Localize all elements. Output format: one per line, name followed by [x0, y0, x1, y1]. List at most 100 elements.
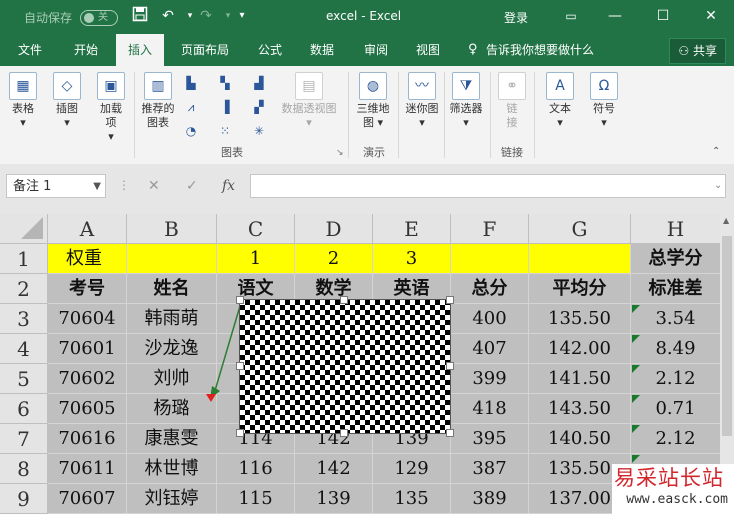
text-label: 文本: [549, 102, 571, 115]
resize-handle[interactable]: [446, 429, 454, 437]
ribbon-separator: [490, 72, 491, 158]
share-button[interactable]: ⚇ 共享: [669, 38, 726, 64]
radar-chart-icon[interactable]: ✳: [248, 122, 270, 140]
recommended-charts-icon: ▥: [144, 72, 172, 100]
name-box[interactable]: 备注 1 ▼: [6, 174, 106, 198]
addins-icon: ▣: [97, 72, 125, 100]
pie-chart-icon[interactable]: ◔: [180, 122, 202, 140]
3d-map-icon: ◍: [359, 72, 387, 100]
text-icon: A: [546, 72, 574, 100]
illustrations-button[interactable]: ◇ 插图 ▾: [50, 72, 84, 130]
resize-handle[interactable]: [446, 362, 454, 370]
link-label-2: 接: [506, 116, 518, 129]
addins-label-2: 项: [105, 116, 117, 129]
tab-insert[interactable]: 插入: [116, 34, 164, 66]
chevron-down-icon: ▼: [93, 181, 101, 192]
minimize-icon[interactable]: —: [602, 4, 628, 28]
resize-handle[interactable]: [446, 296, 454, 304]
recommended-charts-label-2: 图表: [147, 116, 169, 129]
close-icon[interactable]: ✕: [698, 4, 724, 28]
3d-map-label: 三维地: [356, 102, 390, 115]
tab-data[interactable]: 数据: [300, 34, 344, 66]
symbol-label: 符号: [593, 102, 615, 115]
person-icon: ⚇: [678, 44, 693, 58]
resize-handle[interactable]: [236, 429, 244, 437]
combo-chart-icon[interactable]: ▞: [248, 98, 270, 116]
ribbon-separator: [444, 72, 445, 158]
title-bar: 自动保存 关 ↶ ▾ ↷ ▾ ▾ excel - Excel 登录 ▭ — ☐ …: [0, 0, 734, 34]
addins-label: 加载: [100, 102, 122, 115]
dropdown-icon: ▾: [306, 116, 312, 129]
link-label: 链: [506, 102, 518, 115]
tab-home[interactable]: 开始: [62, 34, 110, 66]
autosave-state: 关: [98, 12, 108, 23]
customize-qat-icon[interactable]: ▾: [232, 6, 252, 26]
illustrations-icon: ◇: [53, 72, 81, 100]
sparkline-label: 迷你图: [405, 102, 439, 115]
redo-icon[interactable]: ↷: [196, 6, 216, 26]
expand-formula-icon[interactable]: ⌄: [714, 180, 722, 191]
ribbon-separator: [534, 72, 535, 158]
resize-handle[interactable]: [236, 296, 244, 304]
link-button: ⚭ 链 接: [494, 72, 530, 130]
recommended-charts-button[interactable]: ▥ 推荐的 图表: [138, 72, 178, 130]
omega-icon: Ω: [590, 72, 618, 100]
login-link[interactable]: 登录: [504, 9, 528, 26]
ribbon-display-icon[interactable]: ▭: [558, 4, 584, 28]
resize-handle[interactable]: [236, 362, 244, 370]
tell-me-box[interactable]: 告诉我你想要做什么: [486, 34, 594, 66]
comment-box[interactable]: [239, 299, 451, 434]
statistic-chart-icon[interactable]: ▐: [214, 98, 236, 116]
insert-function-icon[interactable]: fx: [222, 178, 235, 194]
scroll-up-icon[interactable]: ▲: [723, 216, 729, 225]
formula-input[interactable]: [250, 174, 726, 198]
ribbon-separator: [134, 72, 135, 158]
save-icon[interactable]: [130, 6, 150, 26]
watermark-url: www.easck.com: [626, 492, 728, 507]
pivot-chart-icon: ▤: [295, 72, 323, 100]
enter-icon[interactable]: ✓: [186, 178, 198, 194]
sparkline-button[interactable]: 〰 迷你图 ▾: [402, 72, 442, 130]
waterfall-chart-icon[interactable]: ▟: [248, 74, 270, 92]
sparkline-icon: 〰: [408, 72, 436, 100]
tab-review[interactable]: 审阅: [354, 34, 398, 66]
tab-page-layout[interactable]: 页面布局: [172, 34, 238, 66]
collapse-ribbon-icon[interactable]: ⌃: [712, 146, 720, 157]
column-chart-icon[interactable]: ▙: [180, 74, 202, 92]
cancel-icon[interactable]: ✕: [148, 178, 160, 194]
resize-handle[interactable]: [340, 296, 348, 304]
filter-button[interactable]: ⧩ 筛选器 ▾: [446, 72, 486, 130]
line-chart-icon[interactable]: ⩘: [180, 98, 202, 116]
addins-button[interactable]: ▣ 加载 项 ▾: [94, 72, 128, 144]
dialog-launcher-icon[interactable]: ↘: [336, 148, 344, 158]
ribbon-insert: ▦ 表格 ▾ ◇ 插图 ▾ ▣ 加载 项 ▾ ▥ 推荐的 图表 ▙ ▚ ▟ ⩘ …: [0, 66, 734, 165]
group-label-charts: 图表: [221, 146, 243, 159]
tab-file[interactable]: 文件: [6, 34, 54, 66]
group-label-links: 链接: [501, 146, 523, 159]
table-label: 表格: [12, 102, 34, 115]
scatter-chart-icon[interactable]: ⁙: [214, 122, 236, 140]
undo-icon[interactable]: ↶: [158, 6, 178, 26]
toggle-knob: [84, 13, 94, 23]
filter-icon: ⧩: [452, 72, 480, 100]
scroll-thumb[interactable]: [722, 236, 732, 436]
resize-handle[interactable]: [340, 429, 348, 437]
worksheet-grid[interactable]: ABCDEFGH 123456789 权重 1 2 3 总学分 考号 姓名 语文 数学 英语 总分平…: [0, 214, 734, 520]
dropdown-icon: ▾: [463, 116, 469, 129]
dropdown-icon: ▾: [108, 130, 114, 143]
lightbulb-icon: ♀: [468, 42, 478, 57]
tab-view[interactable]: 视图: [406, 34, 450, 66]
3d-map-button[interactable]: ◍ 三维地 图 ▾: [352, 72, 394, 130]
maximize-icon[interactable]: ☐: [650, 4, 676, 28]
ribbon-separator: [398, 72, 399, 158]
filter-label: 筛选器: [449, 102, 483, 115]
more-icon: ⋮: [118, 178, 130, 192]
hierarchy-chart-icon[interactable]: ▚: [214, 74, 236, 92]
share-label: 共享: [692, 44, 717, 58]
autosave-toggle[interactable]: 关: [80, 10, 118, 26]
dropdown-icon: ▾: [557, 116, 563, 129]
symbol-button[interactable]: Ω 符号 ▾: [584, 72, 624, 130]
text-button[interactable]: A 文本 ▾: [540, 72, 580, 130]
table-button[interactable]: ▦ 表格 ▾: [6, 72, 40, 130]
tab-formulas[interactable]: 公式: [248, 34, 292, 66]
